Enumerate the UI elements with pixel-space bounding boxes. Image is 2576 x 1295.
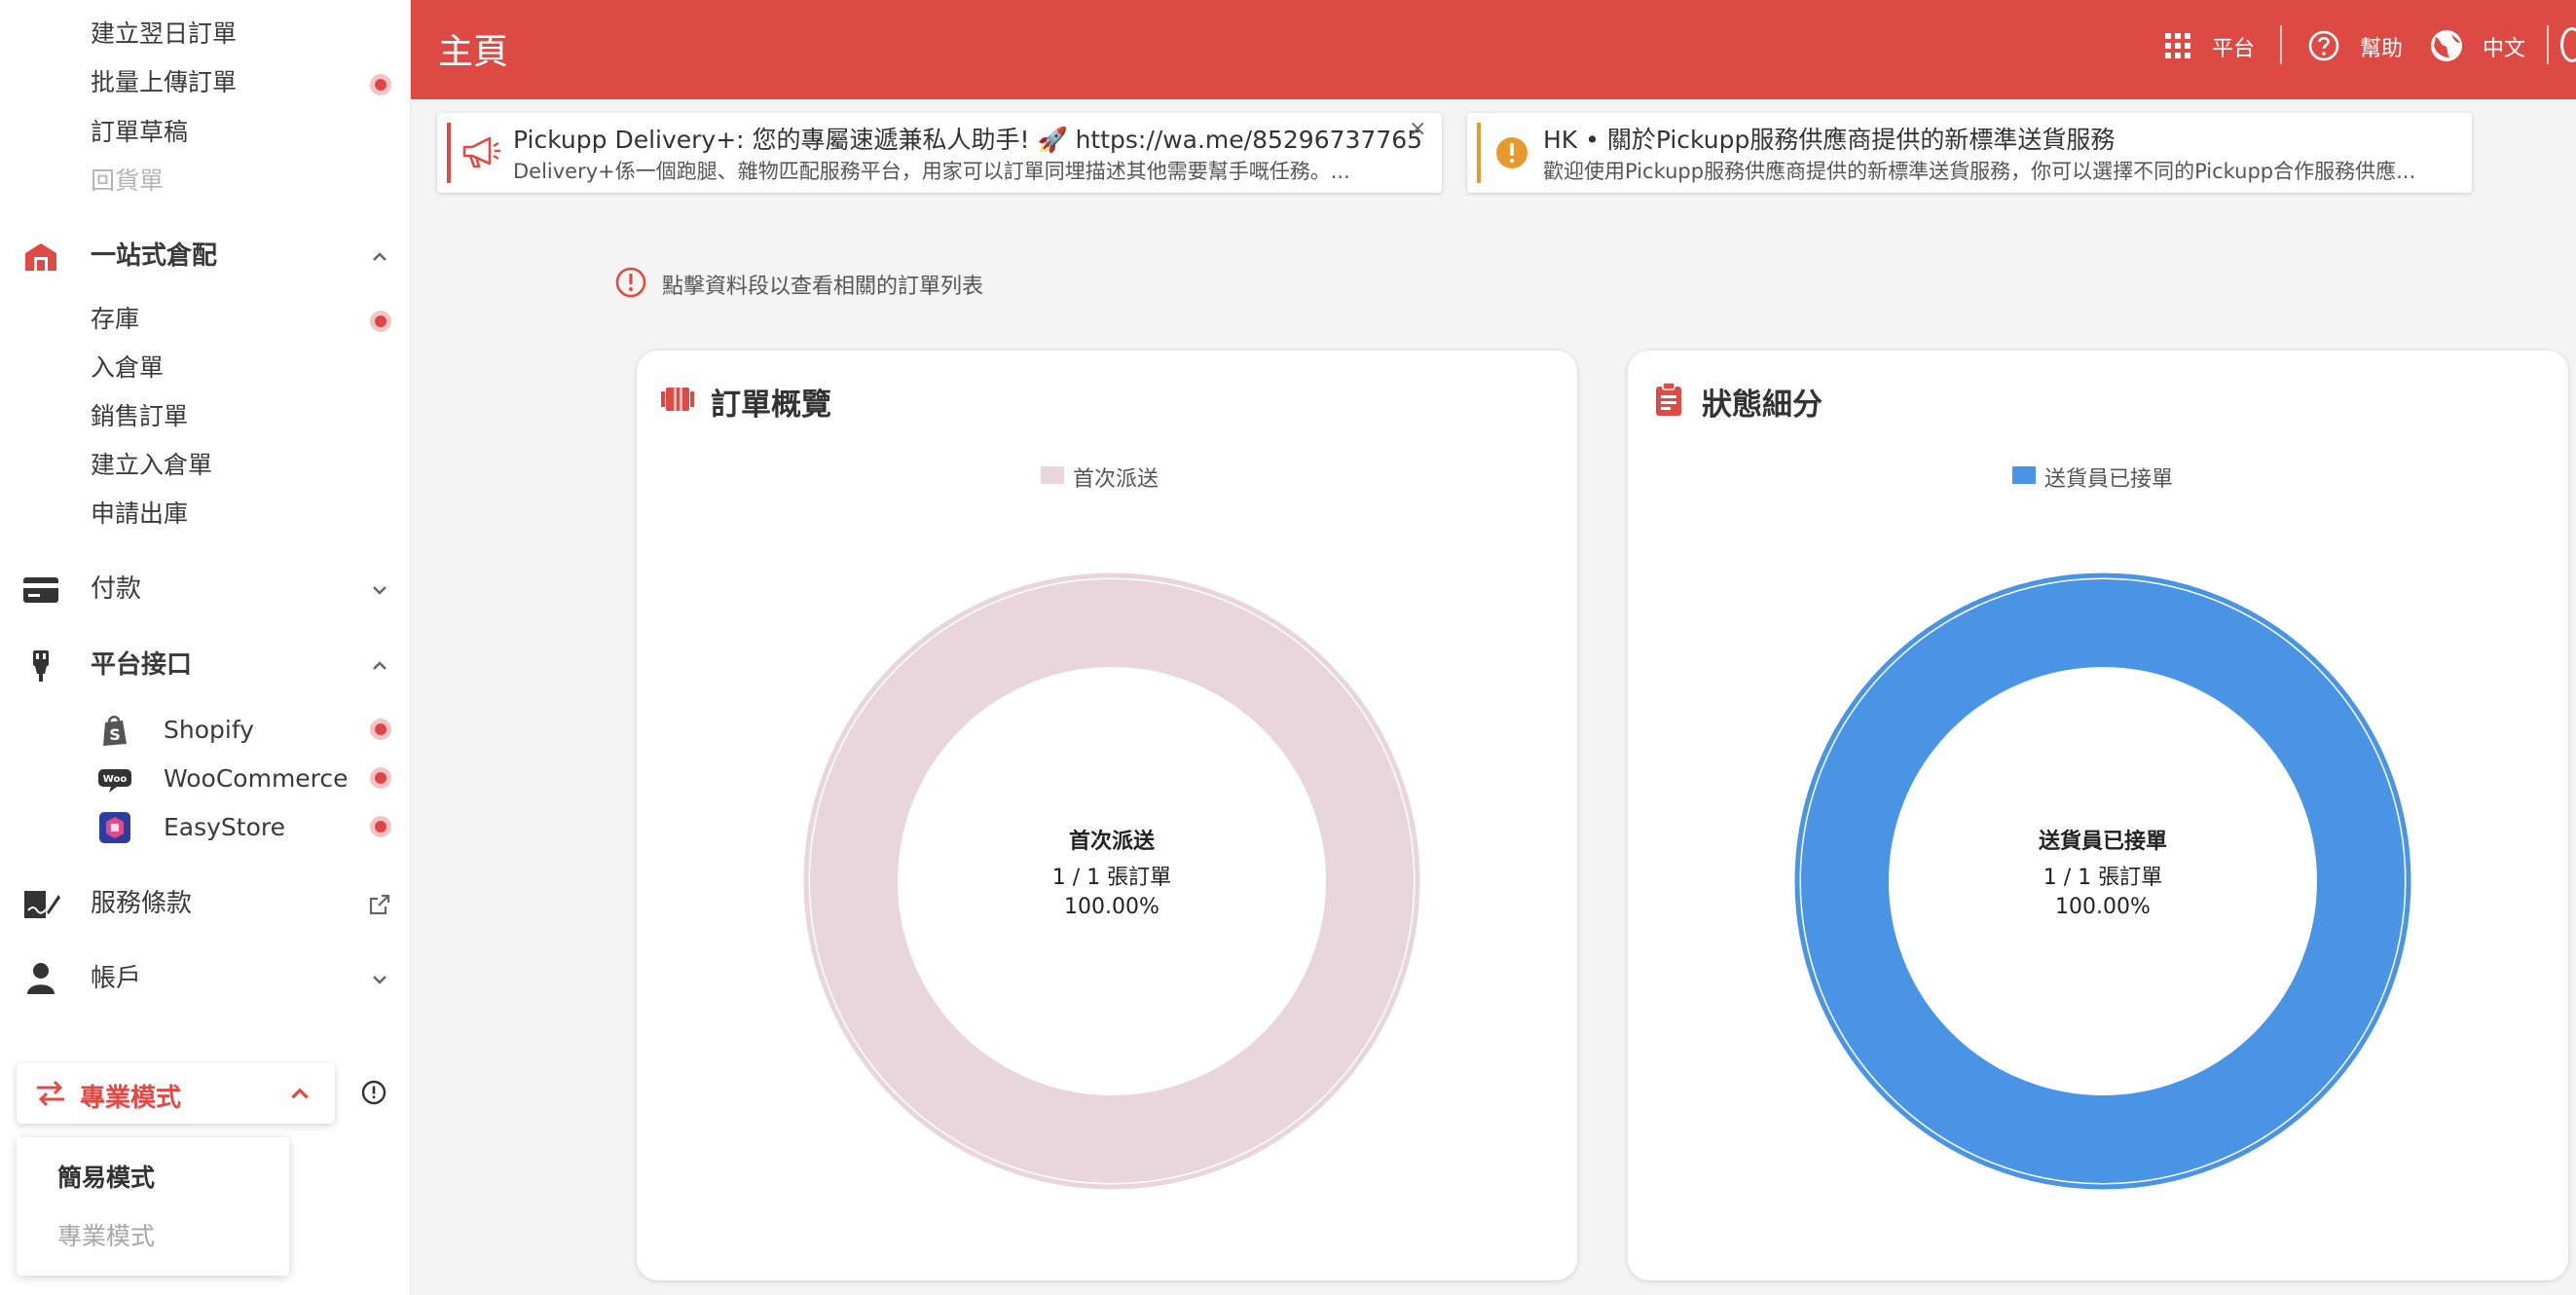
clipboard-list-icon (1656, 382, 1681, 416)
donut-center-label: 首次派送 (1068, 830, 1155, 854)
announcement-body: Delivery+係一個跑腿、雜物匹配服務平台，用家可以訂單同埋描述其他需要幫手… (513, 160, 1350, 183)
sidebar-section-account[interactable]: 帳戶 (0, 954, 411, 1003)
avatar[interactable] (2560, 27, 2576, 62)
accent-bar (1477, 123, 1481, 183)
chevron-up-icon (373, 252, 386, 261)
mode-select[interactable]: 專業模式 (17, 1063, 335, 1124)
legend-swatch (1041, 466, 1064, 484)
donut-center-count: 1 / 1 張訂單 (2042, 866, 2163, 890)
header-divider (2547, 25, 2549, 64)
sidebar-section-warehouse[interactable]: 一站式倉配 (0, 232, 411, 280)
chevron-down-icon (373, 976, 386, 984)
sidebar-item-label: Shopify (164, 716, 254, 744)
mode-dropdown-menu: 簡易模式 專業模式 (17, 1137, 289, 1276)
external-link-icon (369, 894, 390, 915)
shopify-logo-icon: S (103, 716, 127, 746)
help-label: 幫助 (2360, 37, 2404, 61)
sidebar-section-terms[interactable]: 服務條款 (0, 879, 411, 928)
help-circle-icon (2308, 30, 2339, 61)
sidebar-item-woocommerce[interactable]: Woo WooCommerce (0, 757, 411, 799)
sidebar-item-shopify[interactable]: S Shopify (0, 708, 411, 751)
sidebar-section-payment[interactable]: 付款 (0, 565, 411, 613)
sidebar-section-label: 付款 (91, 574, 142, 604)
info-circle-icon (615, 267, 646, 298)
warning-icon (1496, 137, 1527, 168)
swap-arrows-icon (37, 1080, 64, 1107)
sidebar-section-label: 平台接口 (91, 650, 193, 680)
chevron-up-icon (291, 1088, 309, 1099)
announcement-card[interactable]: Pickupp Delivery+: 您的專屬速遞兼私人助手! 🚀 https:… (437, 113, 1442, 193)
person-icon (27, 963, 55, 994)
sidebar-item-inbound-orders[interactable]: 入倉單 (91, 353, 164, 383)
svg-text:S: S (109, 725, 121, 744)
legend-label: 首次派送 (1073, 467, 1159, 492)
sidebar-section-platform[interactable]: 平台接口 (0, 641, 411, 689)
chevron-up-icon (373, 661, 386, 670)
woocommerce-logo-icon: Woo (98, 769, 131, 793)
announcement-card[interactable]: HK • 關於Pickupp服務供應商提供的新標準送貨服務 歡迎使用Pickup… (1467, 113, 2472, 193)
sidebar-item-request-outbound[interactable]: 申請出庫 (91, 500, 188, 529)
megaphone-icon (462, 136, 500, 168)
svg-text:Woo: Woo (103, 774, 128, 785)
page-title: 主頁 (438, 32, 509, 72)
notification-dot (370, 719, 391, 740)
mode-select-value: 專業模式 (80, 1084, 182, 1113)
plug-icon (33, 650, 49, 682)
donut-center-label: 送貨員已接單 (2038, 830, 2167, 854)
sidebar-item-bulk-upload[interactable]: 批量上傳訂單 (91, 68, 237, 97)
platform-label: 平台 (2212, 37, 2256, 61)
order-overview-card: 訂單概覽 首次派送 首次派送 1 / 1 張訂單 100.00% (637, 351, 1577, 1280)
top-header: 主頁 平台 幫助 中文 (411, 0, 2576, 99)
donut-center-count: 1 / 1 張訂單 (1051, 866, 1172, 890)
card-title: 訂單概覽 (711, 388, 831, 423)
info-circle-icon[interactable] (360, 1079, 387, 1106)
legend-label: 送貨員已接單 (2044, 467, 2174, 492)
announcement-title: Pickupp Delivery+: 您的專屬速遞兼私人助手! 🚀 https:… (513, 126, 1423, 154)
sidebar-section-label: 帳戶 (91, 964, 142, 993)
sidebar: 建立翌日訂單 批量上傳訂單 訂單草稿 回貨單 一站式倉配 存庫 入倉單 銷售訂單… (0, 0, 411, 1295)
hint-text: 點擊資料段以查看相關的訂單列表 (662, 275, 984, 299)
notification-dot (370, 74, 391, 95)
credit-card-icon (23, 577, 58, 603)
card-title: 狀態細分 (1702, 388, 1822, 423)
sidebar-item-inventory[interactable]: 存庫 (91, 305, 139, 334)
contract-sign-icon (24, 891, 60, 918)
sidebar-item-create-next-day-order[interactable]: 建立翌日訂單 (91, 19, 237, 49)
donut-center-percent: 100.00% (2055, 895, 2151, 919)
sidebar-item-label: WooCommerce (164, 764, 349, 793)
globe-icon (2431, 30, 2462, 61)
sidebar-item-easystore[interactable]: EasyStore (0, 805, 411, 848)
status-breakdown-card: 狀態細分 送貨員已接單 送貨員已接單 1 / 1 張訂單 100.00% (1628, 351, 2568, 1280)
sidebar-item-label: EasyStore (164, 813, 286, 841)
mode-option-simple[interactable]: 簡易模式 (57, 1159, 155, 1194)
chevron-down-icon (373, 586, 386, 595)
accent-bar (447, 123, 451, 183)
sidebar-item-return-orders: 回貨單 (91, 166, 165, 195)
apps-grid-icon (2165, 33, 2190, 58)
close-icon[interactable]: × (1409, 117, 1426, 141)
mode-option-pro[interactable]: 專業模式 (57, 1217, 155, 1252)
sidebar-item-order-drafts[interactable]: 訂單草稿 (91, 118, 188, 147)
announcement-body: 歡迎使用Pickupp服務供應商提供的新標準送貨服務，你可以選擇不同的Picku… (1543, 160, 2416, 183)
sidebar-section-label: 一站式倉配 (91, 241, 218, 271)
notification-dot (370, 816, 391, 837)
warehouse-icon (25, 243, 56, 271)
header-divider (2280, 25, 2282, 64)
sidebar-item-sales-orders[interactable]: 銷售訂單 (91, 402, 188, 431)
package-icon (661, 388, 694, 411)
donut-center-percent: 100.00% (1064, 895, 1159, 919)
legend-swatch (2012, 466, 2036, 484)
language-label: 中文 (2483, 37, 2526, 61)
notification-dot (370, 311, 391, 332)
easystore-logo-icon (99, 812, 130, 843)
sidebar-item-create-inbound[interactable]: 建立入倉單 (91, 451, 212, 480)
sidebar-section-label: 服務條款 (91, 889, 193, 918)
notification-dot (370, 767, 391, 789)
announcement-title: HK • 關於Pickupp服務供應商提供的新標準送貨服務 (1543, 126, 2116, 154)
